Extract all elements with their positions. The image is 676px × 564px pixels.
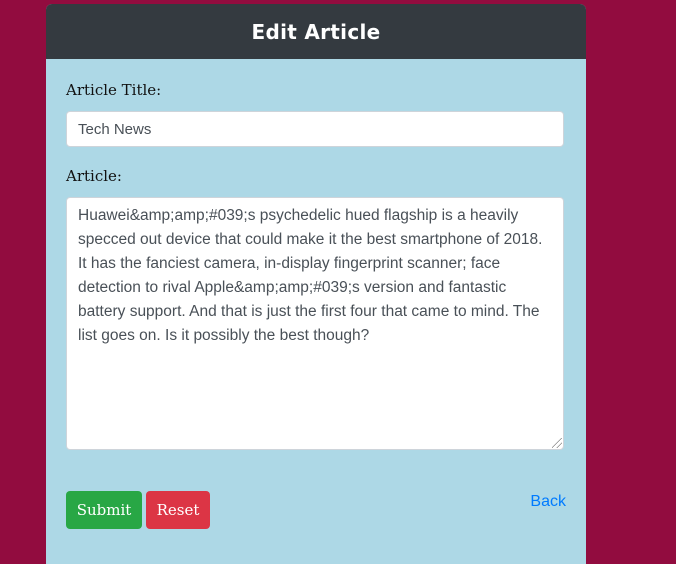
submit-button[interactable]: Submit [66,491,142,529]
resize-handle-icon[interactable] [552,438,562,448]
article-title-value: Tech News [78,120,152,138]
article-text: Huawei&amp;amp;#039;s psychedelic hued f… [78,207,543,344]
edit-article-card: Edit Article Article Title: Tech News Ar… [46,4,586,564]
article-textarea[interactable]: Huawei&amp;amp;#039;s psychedelic hued f… [66,197,564,450]
card-header: Edit Article [46,4,586,59]
reset-button[interactable]: Reset [146,491,210,529]
back-link[interactable]: Back [530,493,566,511]
page-title: Edit Article [251,19,381,44]
article-title-input[interactable]: Tech News [66,111,564,147]
article-title-label: Article Title: [66,81,162,99]
article-label: Article: [66,167,122,185]
